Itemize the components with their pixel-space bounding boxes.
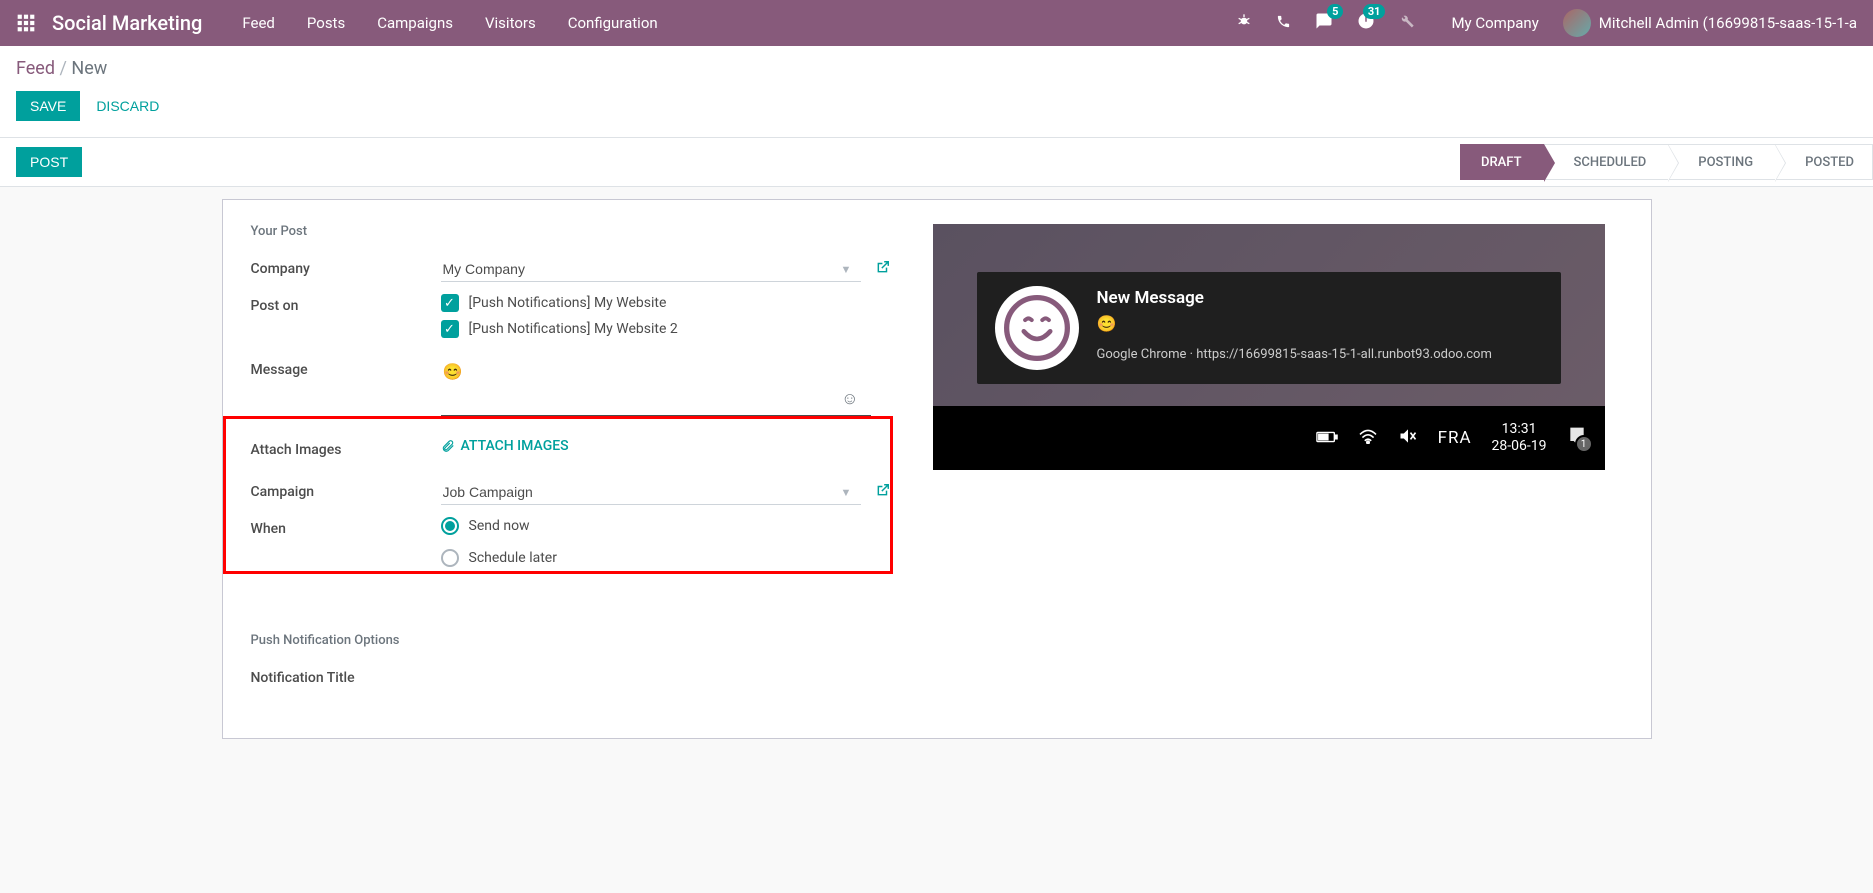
preview-taskbar: FRA 13:31 28-06-19 1	[933, 406, 1605, 470]
company-field[interactable]	[441, 257, 861, 282]
label-campaign: Campaign	[251, 480, 441, 500]
tray-time: 13:31	[1492, 421, 1547, 438]
post-on-option-1: [Push Notifications] My Website	[469, 295, 667, 311]
user-name: Mitchell Admin (16699815-saas-15-1-a	[1599, 14, 1857, 32]
when-schedule-later-label: Schedule later	[469, 550, 557, 566]
user-avatar	[1563, 9, 1591, 37]
battery-icon	[1316, 429, 1338, 448]
campaign-external-link-icon[interactable]	[876, 485, 890, 501]
activities-badge: 31	[1363, 4, 1386, 19]
status-steps: DRAFT SCHEDULED POSTING POSTED	[1460, 144, 1873, 180]
wifi-icon	[1358, 428, 1378, 448]
label-post-on: Post on	[251, 294, 441, 314]
breadcrumb-current: New	[71, 58, 107, 79]
post-on-option-2: [Push Notifications] My Website 2	[469, 321, 678, 337]
attach-images-label: ATTACH IMAGES	[461, 438, 569, 454]
status-posted[interactable]: POSTED	[1775, 144, 1873, 180]
nav-feed[interactable]: Feed	[242, 14, 275, 32]
messages-icon[interactable]: 5	[1315, 12, 1333, 34]
label-notification-title: Notification Title	[251, 666, 441, 686]
activities-icon[interactable]: 31	[1357, 12, 1375, 34]
phone-icon[interactable]	[1276, 14, 1291, 33]
form-sheet: Your Post Company ▼ Post on ✓ [Push Noti…	[222, 199, 1652, 739]
emoji-picker-icon[interactable]: ☺	[841, 389, 858, 409]
campaign-field[interactable]	[441, 480, 861, 505]
label-attach-images: Attach Images	[251, 438, 441, 458]
nav-visitors[interactable]: Visitors	[485, 14, 536, 32]
nav-posts[interactable]: Posts	[307, 14, 345, 32]
preview-message: 😊	[1097, 314, 1543, 333]
nav-campaigns[interactable]: Campaigns	[377, 14, 453, 32]
tray-notifications-icon: 1	[1567, 426, 1587, 450]
label-message: Message	[251, 358, 441, 378]
breadcrumb-sep: /	[59, 58, 66, 79]
statusbar: POST DRAFT SCHEDULED POSTING POSTED	[0, 138, 1873, 187]
section-push-notification: Push Notification Options	[251, 633, 901, 648]
attach-images-button[interactable]: ATTACH IMAGES	[441, 438, 569, 454]
company-switcher[interactable]: My Company	[1451, 14, 1538, 32]
volume-mute-icon	[1398, 427, 1418, 449]
when-send-now-radio[interactable]	[441, 517, 459, 535]
label-when: When	[251, 517, 441, 537]
label-company: Company	[251, 257, 441, 277]
tray-clock: 13:31 28-06-19	[1492, 421, 1547, 455]
save-button[interactable]: SAVE	[16, 91, 80, 121]
breadcrumb-feed[interactable]: Feed	[16, 58, 55, 79]
tools-icon[interactable]	[1399, 13, 1415, 33]
message-textarea[interactable]: 😊 ☺	[441, 358, 871, 416]
preview-notification-card: New Message 😊 Google Chrome · https://16…	[977, 272, 1561, 384]
discard-button[interactable]: DISCARD	[96, 98, 159, 114]
tray-notif-badge: 1	[1575, 435, 1593, 453]
control-panel: Feed / New SAVE DISCARD	[0, 46, 1873, 138]
messages-badge: 5	[1327, 4, 1343, 19]
user-menu[interactable]: Mitchell Admin (16699815-saas-15-1-a	[1563, 9, 1857, 37]
section-your-post: Your Post	[251, 224, 901, 239]
preview-source: Google Chrome · https://16699815-saas-15…	[1097, 347, 1543, 362]
company-external-link-icon[interactable]	[876, 262, 890, 278]
debug-icon[interactable]	[1236, 13, 1252, 33]
message-content: 😊	[443, 362, 463, 381]
status-posting[interactable]: POSTING	[1668, 144, 1775, 180]
apps-icon[interactable]	[16, 13, 36, 33]
breadcrumb: Feed / New	[16, 58, 1857, 79]
top-navbar: Social Marketing Feed Posts Campaigns Vi…	[0, 0, 1873, 46]
preview-app-icon	[995, 286, 1079, 370]
company-caret-icon[interactable]: ▼	[841, 263, 852, 276]
push-preview: New Message 😊 Google Chrome · https://16…	[933, 224, 1605, 698]
post-on-checkbox-1[interactable]: ✓	[441, 294, 459, 312]
tray-language: FRA	[1438, 428, 1472, 448]
post-button[interactable]: POST	[16, 147, 82, 177]
campaign-caret-icon[interactable]: ▼	[841, 486, 852, 499]
status-draft[interactable]: DRAFT	[1460, 144, 1544, 180]
tray-date: 28-06-19	[1492, 438, 1547, 455]
app-brand[interactable]: Social Marketing	[52, 11, 202, 35]
status-scheduled[interactable]: SCHEDULED	[1544, 144, 1669, 180]
when-schedule-later-radio[interactable]	[441, 549, 459, 567]
post-on-checkbox-2[interactable]: ✓	[441, 320, 459, 338]
preview-title: New Message	[1097, 288, 1543, 308]
nav-configuration[interactable]: Configuration	[568, 14, 658, 32]
when-send-now-label: Send now	[469, 518, 530, 534]
